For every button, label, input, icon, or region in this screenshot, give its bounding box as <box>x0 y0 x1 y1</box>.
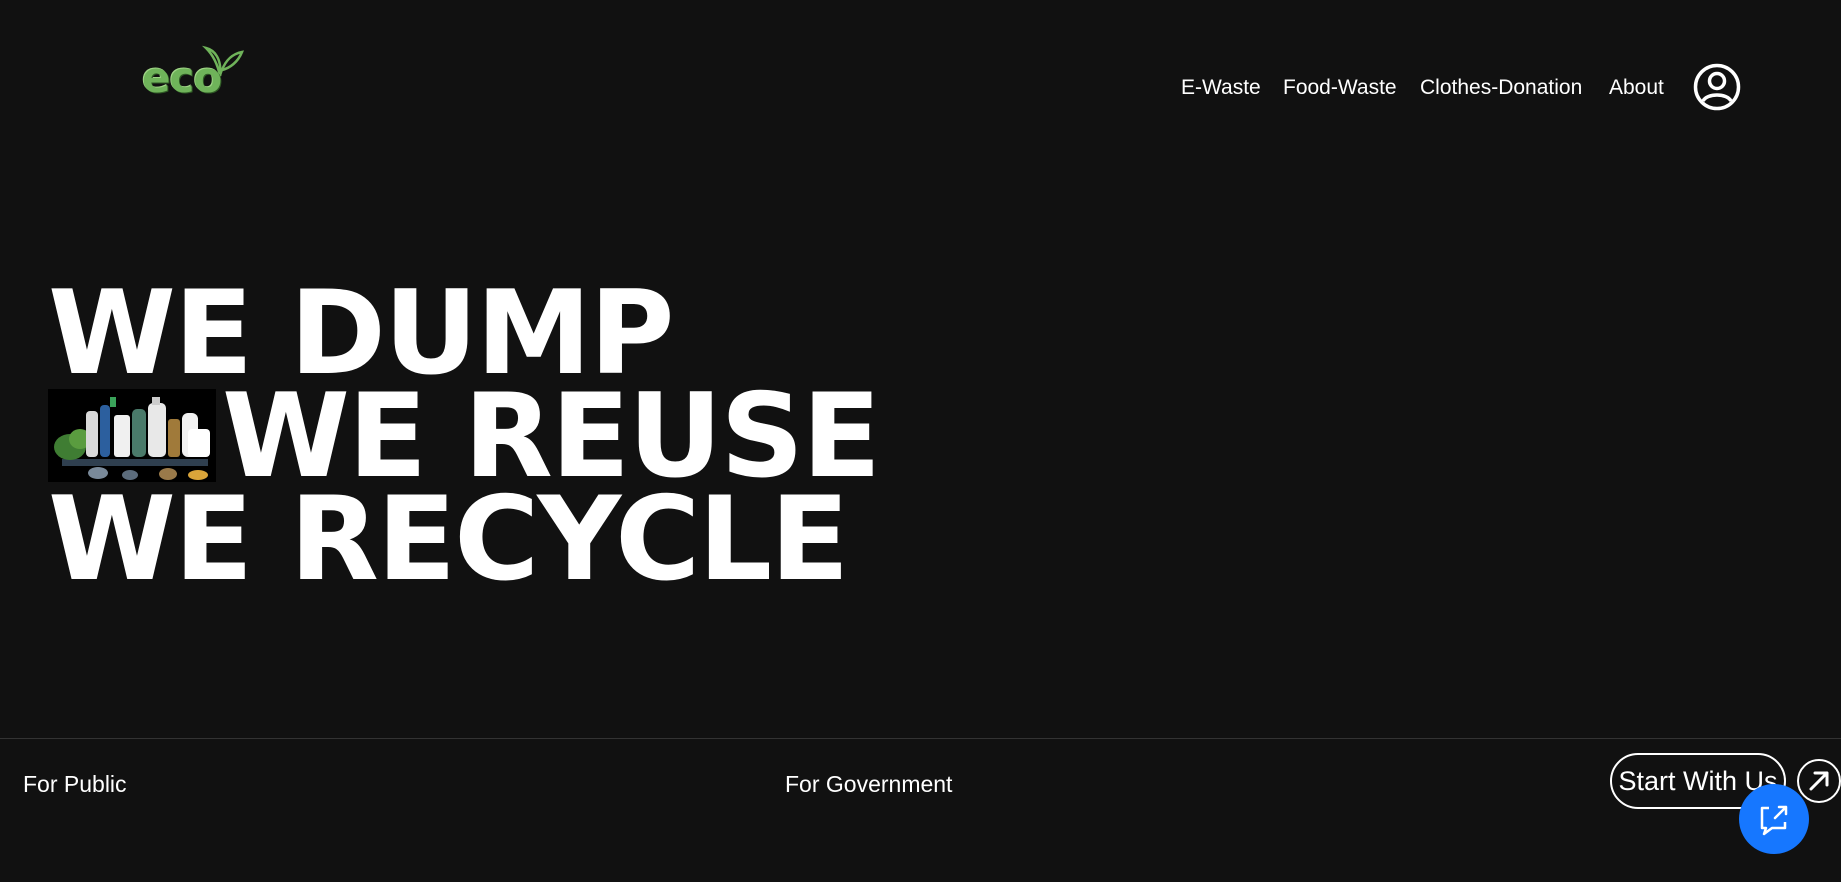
nav-link-food-waste[interactable]: Food-Waste <box>1283 74 1397 102</box>
main-nav: E-Waste Food-Waste Clothes-Donation Abou… <box>0 74 1841 104</box>
divider <box>0 738 1841 739</box>
landing-page: eco E-Waste Food-Waste Clothes-Donation … <box>0 0 1841 882</box>
user-circle-icon[interactable] <box>1693 63 1741 111</box>
for-government-link[interactable]: For Government <box>785 769 952 799</box>
waste-items-photo <box>48 389 216 482</box>
hero-line-recycle: WE RECYCLE <box>48 472 849 607</box>
for-public-link[interactable]: For Public <box>23 769 127 799</box>
chat-button[interactable] <box>1739 784 1809 854</box>
nav-link-about[interactable]: About <box>1609 74 1664 102</box>
chat-share-icon <box>1760 805 1788 836</box>
nav-link-e-waste[interactable]: E-Waste <box>1181 74 1261 102</box>
nav-link-clothes-donation[interactable]: Clothes-Donation <box>1420 74 1582 102</box>
